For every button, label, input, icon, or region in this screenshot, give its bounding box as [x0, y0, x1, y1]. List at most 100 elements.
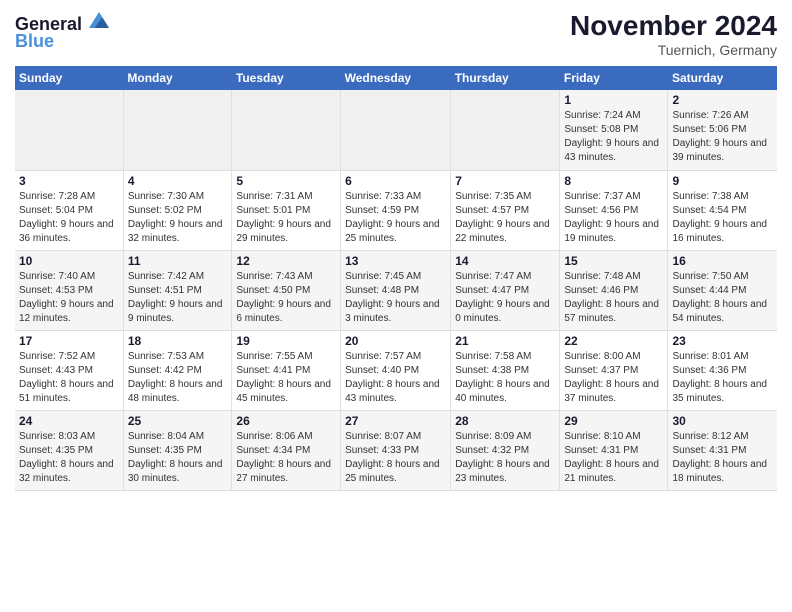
day-number: 11 [128, 254, 228, 268]
day-cell: 25Sunrise: 8:04 AM Sunset: 4:35 PM Dayli… [123, 410, 232, 490]
day-cell: 15 Sunrise: 7:48 AM Sunset: 4:46 PM Dayli… [560, 250, 668, 330]
day-cell: 16Sunrise: 7:50 AM Sunset: 4:44 PM Dayli… [668, 250, 777, 330]
day-cell [341, 90, 451, 170]
day-number: 1 [564, 93, 663, 107]
day-cell: 7Sunrise: 7:35 AM Sunset: 4:57 PM Daylig… [451, 170, 560, 250]
day-info: Sunrise: 8:01 AM Sunset: 4:36 PM Dayligh… [672, 350, 773, 406]
day-cell: 26 Sunrise: 8:06 AM Sunset: 4:34 PM Dayli… [232, 410, 341, 490]
day-cell: 23Sunrise: 8:01 AM Sunset: 4:36 PM Dayli… [668, 330, 777, 410]
day-cell: 14 Sunrise: 7:47 AM Sunset: 4:47 PM Dayli… [451, 250, 560, 330]
day-cell: 20 Sunrise: 7:57 AM Sunset: 4:40 PM Dayli… [341, 330, 451, 410]
day-cell [15, 90, 123, 170]
day-number: 24 [19, 414, 119, 428]
day-number: 18 [128, 334, 228, 348]
day-cell: 5 Sunrise: 7:31 AM Sunset: 5:01 PM Daylig… [232, 170, 341, 250]
day-info: Sunrise: 7:30 AM Sunset: 5:02 PM Dayligh… [128, 190, 228, 246]
day-cell: 19 Sunrise: 7:55 AM Sunset: 4:41 PM Dayli… [232, 330, 341, 410]
day-number: 17 [19, 334, 119, 348]
day-info: Sunrise: 7:57 AM Sunset: 4:40 PM Dayligh… [345, 350, 446, 406]
day-info: Sunrise: 7:58 AM Sunset: 4:38 PM Dayligh… [455, 350, 555, 406]
header-row: Sunday Monday Tuesday Wednesday Thursday… [15, 66, 777, 90]
day-number: 9 [672, 174, 773, 188]
day-cell: 8 Sunrise: 7:37 AM Sunset: 4:56 PM Daylig… [560, 170, 668, 250]
day-info: Sunrise: 7:24 AM Sunset: 5:08 PM Dayligh… [564, 109, 663, 165]
calendar-table: Sunday Monday Tuesday Wednesday Thursday… [15, 66, 777, 491]
day-cell: 1 Sunrise: 7:24 AM Sunset: 5:08 PM Daylig… [560, 90, 668, 170]
day-number: 20 [345, 334, 446, 348]
day-number: 8 [564, 174, 663, 188]
day-number: 10 [19, 254, 119, 268]
day-number: 25 [128, 414, 228, 428]
day-cell [451, 90, 560, 170]
day-number: 15 [564, 254, 663, 268]
day-cell: 28Sunrise: 8:09 AM Sunset: 4:32 PM Dayli… [451, 410, 560, 490]
day-number: 28 [455, 414, 555, 428]
col-sunday: Sunday [15, 66, 123, 90]
calendar-container: General Blue November 2024 Tuernich, Ger… [0, 0, 792, 501]
day-cell: 24 Sunrise: 8:03 AM Sunset: 4:35 PM Dayli… [15, 410, 123, 490]
day-info: Sunrise: 7:33 AM Sunset: 4:59 PM Dayligh… [345, 190, 446, 246]
day-cell: 22 Sunrise: 8:00 AM Sunset: 4:37 PM Dayli… [560, 330, 668, 410]
day-info: Sunrise: 8:00 AM Sunset: 4:37 PM Dayligh… [564, 350, 663, 406]
col-thursday: Thursday [451, 66, 560, 90]
day-number: 22 [564, 334, 663, 348]
day-info: Sunrise: 7:45 AM Sunset: 4:48 PM Dayligh… [345, 270, 446, 326]
day-info: Sunrise: 8:07 AM Sunset: 4:33 PM Dayligh… [345, 430, 446, 486]
day-number: 16 [672, 254, 773, 268]
week-row-3: 10Sunrise: 7:40 AM Sunset: 4:53 PM Dayli… [15, 250, 777, 330]
day-cell: 6 Sunrise: 7:33 AM Sunset: 4:59 PM Daylig… [341, 170, 451, 250]
day-info: Sunrise: 8:03 AM Sunset: 4:35 PM Dayligh… [19, 430, 119, 486]
day-cell: 18 Sunrise: 7:53 AM Sunset: 4:42 PM Dayli… [123, 330, 232, 410]
day-info: Sunrise: 7:38 AM Sunset: 4:54 PM Dayligh… [672, 190, 773, 246]
day-cell: 3 Sunrise: 7:28 AM Sunset: 5:04 PM Daylig… [15, 170, 123, 250]
day-cell [123, 90, 232, 170]
day-info: Sunrise: 8:10 AM Sunset: 4:31 PM Dayligh… [564, 430, 663, 486]
day-cell: 12Sunrise: 7:43 AM Sunset: 4:50 PM Dayli… [232, 250, 341, 330]
day-info: Sunrise: 8:12 AM Sunset: 4:31 PM Dayligh… [672, 430, 773, 486]
day-info: Sunrise: 7:47 AM Sunset: 4:47 PM Dayligh… [455, 270, 555, 326]
day-cell: 29 Sunrise: 8:10 AM Sunset: 4:31 PM Dayli… [560, 410, 668, 490]
day-info: Sunrise: 7:37 AM Sunset: 4:56 PM Dayligh… [564, 190, 663, 246]
week-row-1: 1 Sunrise: 7:24 AM Sunset: 5:08 PM Daylig… [15, 90, 777, 170]
day-number: 27 [345, 414, 446, 428]
day-info: Sunrise: 7:31 AM Sunset: 5:01 PM Dayligh… [236, 190, 336, 246]
col-friday: Friday [560, 66, 668, 90]
day-number: 26 [236, 414, 336, 428]
day-info: Sunrise: 7:52 AM Sunset: 4:43 PM Dayligh… [19, 350, 119, 406]
day-cell: 9 Sunrise: 7:38 AM Sunset: 4:54 PM Daylig… [668, 170, 777, 250]
logo: General Blue [15, 10, 109, 52]
col-saturday: Saturday [668, 66, 777, 90]
day-info: Sunrise: 7:42 AM Sunset: 4:51 PM Dayligh… [128, 270, 228, 326]
week-row-4: 17 Sunrise: 7:52 AM Sunset: 4:43 PM Dayli… [15, 330, 777, 410]
col-monday: Monday [123, 66, 232, 90]
day-info: Sunrise: 7:35 AM Sunset: 4:57 PM Dayligh… [455, 190, 555, 246]
day-info: Sunrise: 7:48 AM Sunset: 4:46 PM Dayligh… [564, 270, 663, 326]
day-info: Sunrise: 7:43 AM Sunset: 4:50 PM Dayligh… [236, 270, 336, 326]
day-info: Sunrise: 7:55 AM Sunset: 4:41 PM Dayligh… [236, 350, 336, 406]
week-row-5: 24 Sunrise: 8:03 AM Sunset: 4:35 PM Dayli… [15, 410, 777, 490]
day-number: 13 [345, 254, 446, 268]
day-number: 4 [128, 174, 228, 188]
day-cell: 17 Sunrise: 7:52 AM Sunset: 4:43 PM Dayli… [15, 330, 123, 410]
day-cell: 11 Sunrise: 7:42 AM Sunset: 4:51 PM Dayli… [123, 250, 232, 330]
header: General Blue November 2024 Tuernich, Ger… [15, 10, 777, 58]
day-number: 6 [345, 174, 446, 188]
day-cell: 13 Sunrise: 7:45 AM Sunset: 4:48 PM Dayli… [341, 250, 451, 330]
day-number: 5 [236, 174, 336, 188]
month-title: November 2024 [570, 10, 777, 42]
title-section: November 2024 Tuernich, Germany [570, 10, 777, 58]
day-info: Sunrise: 7:28 AM Sunset: 5:04 PM Dayligh… [19, 190, 119, 246]
day-cell [232, 90, 341, 170]
day-info: Sunrise: 8:06 AM Sunset: 4:34 PM Dayligh… [236, 430, 336, 486]
location-subtitle: Tuernich, Germany [570, 42, 777, 58]
day-number: 30 [672, 414, 773, 428]
day-cell: 21Sunrise: 7:58 AM Sunset: 4:38 PM Dayli… [451, 330, 560, 410]
day-info: Sunrise: 7:26 AM Sunset: 5:06 PM Dayligh… [672, 109, 773, 165]
day-cell: 4 Sunrise: 7:30 AM Sunset: 5:02 PM Daylig… [123, 170, 232, 250]
day-number: 19 [236, 334, 336, 348]
day-number: 2 [672, 93, 773, 107]
day-number: 3 [19, 174, 119, 188]
day-number: 14 [455, 254, 555, 268]
day-info: Sunrise: 7:53 AM Sunset: 4:42 PM Dayligh… [128, 350, 228, 406]
day-number: 29 [564, 414, 663, 428]
